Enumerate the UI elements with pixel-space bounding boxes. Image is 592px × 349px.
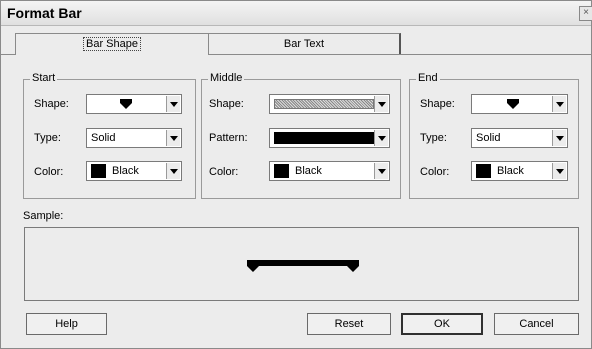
tab-strip: Bar Shape Bar Text [1, 25, 591, 55]
title-bar: Format Bar × [1, 1, 592, 26]
chevron-down-icon[interactable] [374, 96, 388, 112]
end-color-select[interactable]: Black [471, 161, 568, 181]
chevron-down-icon[interactable] [552, 96, 566, 112]
chevron-down-icon[interactable] [166, 96, 180, 112]
sample-label: Sample: [23, 210, 64, 222]
format-bar-dialog: Format Bar × Bar Shape Bar Text Start Sh… [0, 0, 592, 349]
tab-bar-shape[interactable]: Bar Shape [15, 33, 209, 55]
middle-shape-select[interactable] [269, 94, 390, 114]
start-shape-preview-icon [120, 99, 132, 109]
middle-color-select[interactable]: Black [269, 161, 390, 181]
middle-group-title: Middle [208, 72, 245, 84]
end-shape-label: Shape: [420, 98, 455, 110]
middle-pattern-label: Pattern: [209, 132, 248, 144]
start-shape-label: Shape: [34, 98, 69, 110]
middle-pattern-preview [274, 132, 374, 144]
tab-divider-left [1, 54, 15, 55]
middle-color-value: Black [295, 165, 322, 177]
end-type-label: Type: [420, 132, 447, 144]
end-group-title: End [416, 72, 440, 84]
middle-shape-preview [274, 99, 374, 109]
end-type-select[interactable]: Solid [471, 128, 568, 148]
end-color-value: Black [497, 165, 524, 177]
middle-color-swatch [274, 164, 289, 178]
middle-shape-label: Shape: [209, 98, 244, 110]
close-icon[interactable]: × [579, 6, 592, 21]
ok-button[interactable]: OK [401, 313, 483, 335]
start-type-label: Type: [34, 132, 61, 144]
start-color-value: Black [112, 165, 139, 177]
end-shape-select[interactable] [471, 94, 568, 114]
dialog-title: Format Bar [7, 5, 82, 21]
start-color-swatch [91, 164, 106, 178]
tab-divider-right [209, 54, 591, 55]
start-group-title: Start [30, 72, 58, 84]
sample-preview [24, 227, 579, 301]
chevron-down-icon[interactable] [166, 163, 180, 179]
end-color-swatch [476, 164, 491, 178]
sample-bar-graphic [247, 260, 359, 272]
chevron-down-icon[interactable] [374, 130, 388, 146]
cancel-button[interactable]: Cancel [494, 313, 579, 335]
help-button[interactable]: Help [26, 313, 107, 335]
start-color-select[interactable]: Black [86, 161, 182, 181]
end-color-label: Color: [420, 166, 450, 178]
tab-bar-text-label: Bar Text [283, 38, 325, 50]
middle-pattern-select[interactable] [269, 128, 390, 148]
start-shape-select[interactable] [86, 94, 182, 114]
chevron-down-icon[interactable] [166, 130, 180, 146]
chevron-down-icon[interactable] [552, 163, 566, 179]
end-type-value: Solid [476, 132, 501, 144]
chevron-down-icon[interactable] [374, 163, 388, 179]
reset-button[interactable]: Reset [307, 313, 391, 335]
start-color-label: Color: [34, 166, 64, 178]
start-type-value: Solid [91, 132, 116, 144]
middle-color-label: Color: [209, 166, 239, 178]
end-shape-preview-icon [507, 99, 519, 109]
start-type-select[interactable]: Solid [86, 128, 182, 148]
tab-bar-shape-label: Bar Shape [83, 37, 141, 51]
tab-bar-text[interactable]: Bar Text [209, 33, 401, 55]
chevron-down-icon[interactable] [552, 130, 566, 146]
